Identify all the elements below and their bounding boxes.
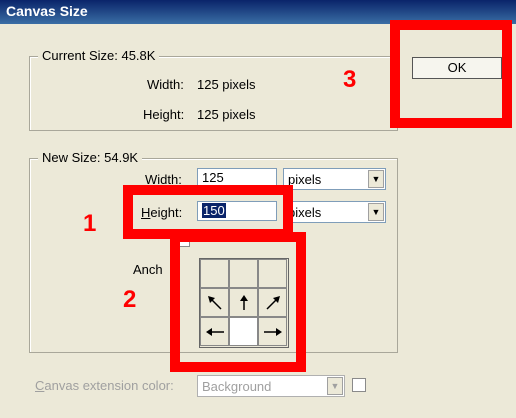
current-height-value: 125 pixels (197, 107, 256, 122)
annotation-number-1: 1 (83, 210, 97, 237)
annotation-box-2 (170, 232, 306, 372)
current-width-label: Width: (147, 77, 184, 92)
annotation-number-3: 3 (343, 66, 357, 93)
annotation-number-2: 2 (123, 286, 137, 313)
current-size-legend: Current Size: 45.8K (38, 48, 160, 63)
canvas-extension-label: Canvas extension color: (35, 378, 174, 393)
window-title: Canvas Size (6, 3, 88, 19)
annotation-box-3 (390, 20, 512, 128)
canvas-extension-color-select[interactable]: Background ▼ (197, 375, 345, 397)
new-height-unit-select[interactable]: pixels ▼ (283, 201, 386, 223)
new-width-unit-select[interactable]: pixels ▼ (283, 168, 386, 190)
chevron-down-icon[interactable]: ▼ (327, 377, 343, 395)
new-size-legend: New Size: 54.9K (38, 150, 143, 165)
new-width-input-value: 125 (202, 170, 224, 185)
anchor-label: Anch (133, 262, 163, 277)
chevron-down-icon[interactable]: ▼ (368, 170, 384, 188)
canvas-extension-color-value: Background (202, 379, 272, 394)
annotation-box-1 (123, 185, 293, 239)
canvas-extension-color-swatch[interactable] (352, 378, 366, 392)
chevron-down-icon[interactable]: ▼ (368, 203, 384, 221)
canvas-extension-label-mnemonic: C (35, 378, 45, 393)
current-height-label: Height: (143, 107, 185, 122)
canvas-extension-label-rest: anvas extension color: (44, 378, 174, 393)
current-width-value: 125 pixels (197, 77, 256, 92)
